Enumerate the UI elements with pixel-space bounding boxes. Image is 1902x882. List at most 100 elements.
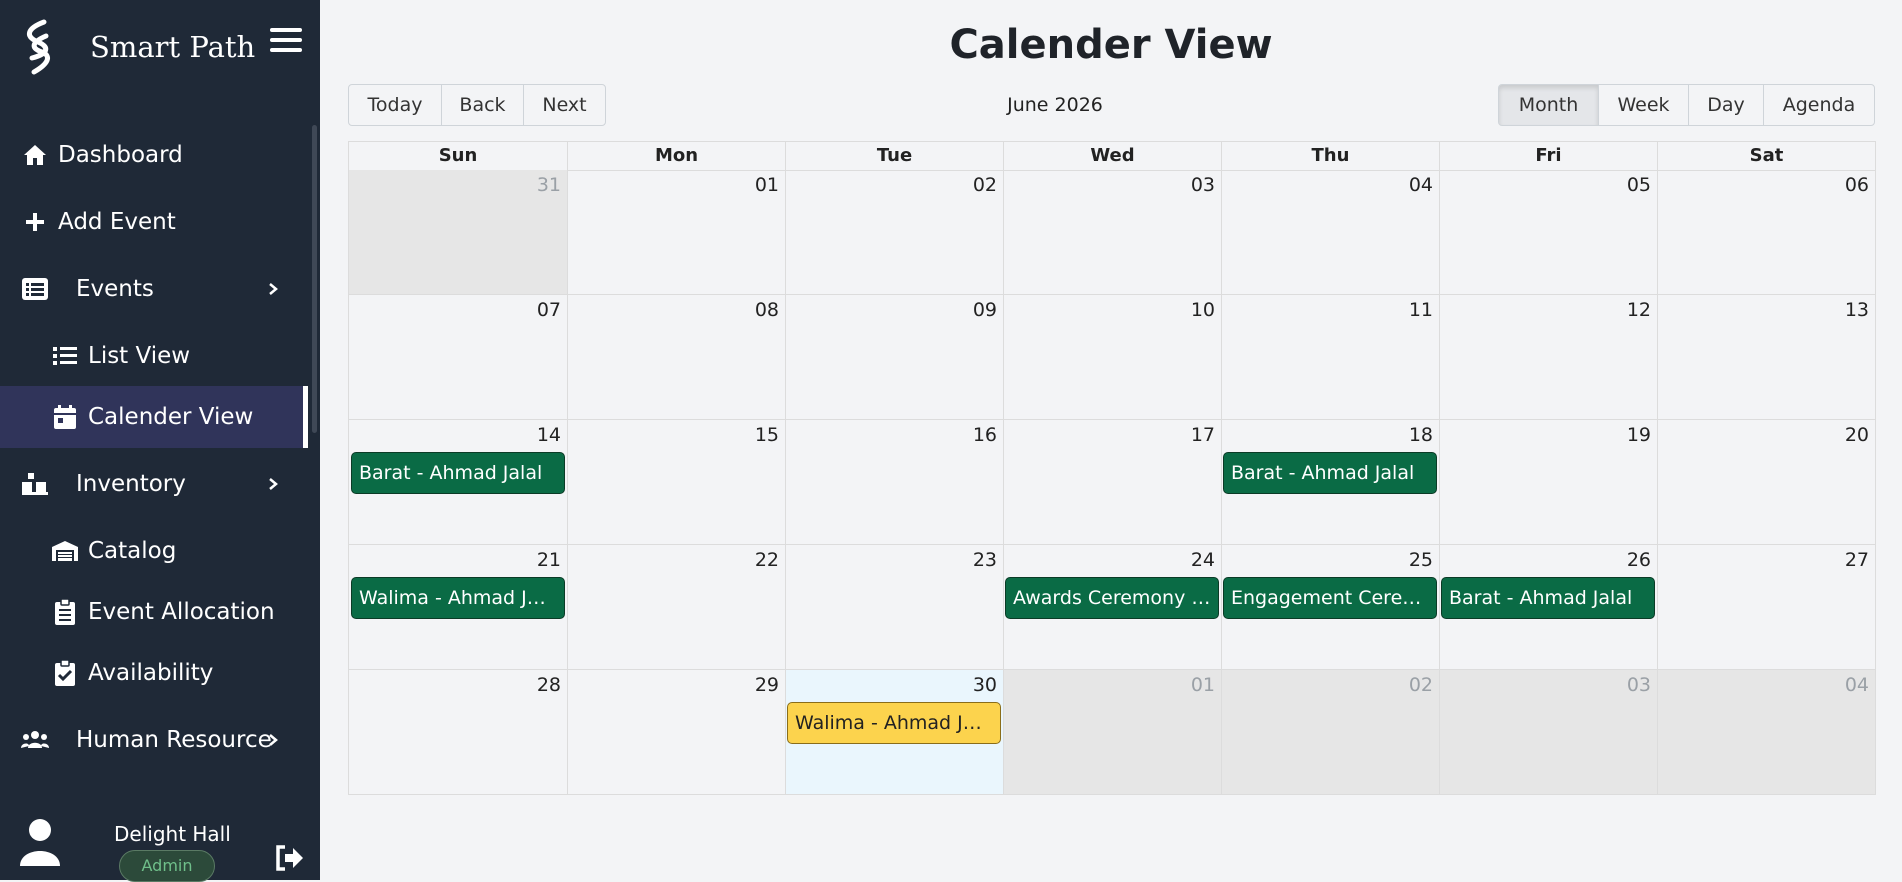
day-number[interactable]: 18	[1409, 424, 1433, 446]
day-cell[interactable]: 03	[1003, 170, 1221, 294]
sidebar-item-catalog[interactable]: Catalog	[0, 520, 308, 582]
week-view-button[interactable]: Week	[1598, 84, 1689, 126]
calendar-event[interactable]: Awards Ceremony - ...	[1005, 577, 1219, 619]
day-cell[interactable]: 27	[1657, 545, 1875, 669]
day-cell[interactable]: 10	[1003, 295, 1221, 419]
sidebar-item-dashboard[interactable]: Dashboard	[0, 124, 308, 186]
day-cell[interactable]: 22	[567, 545, 785, 669]
day-number[interactable]: 03	[1627, 674, 1651, 696]
day-number[interactable]: 13	[1845, 299, 1869, 321]
day-cell[interactable]: 01	[1003, 670, 1221, 794]
day-cell[interactable]: 02	[1221, 670, 1439, 794]
today-button[interactable]: Today	[348, 84, 442, 126]
back-button[interactable]: Back	[441, 84, 524, 126]
app-name: Smart Path	[90, 30, 256, 64]
day-number[interactable]: 29	[755, 674, 779, 696]
sidebar-item-add-event[interactable]: Add Event	[0, 191, 308, 253]
day-number[interactable]: 16	[973, 424, 997, 446]
day-cell[interactable]: 11	[1221, 295, 1439, 419]
sidebar-item-availability[interactable]: Availability	[0, 642, 308, 704]
day-number[interactable]: 26	[1627, 549, 1651, 571]
day-number[interactable]: 01	[755, 174, 779, 196]
day-number[interactable]: 01	[1191, 674, 1215, 696]
day-cell[interactable]: 03	[1439, 670, 1657, 794]
month-calendar: Sun Mon Tue Wed Thu Fri Sat 31 01 02 03 …	[348, 141, 1876, 795]
next-button[interactable]: Next	[523, 84, 606, 126]
clipboard-check-icon	[50, 658, 80, 688]
view-button-group: Month Week Day Agenda	[1498, 84, 1875, 128]
sidebar-scrollbar[interactable]	[312, 125, 317, 433]
day-cell[interactable]: 17	[1003, 420, 1221, 544]
month-view-button[interactable]: Month	[1498, 84, 1599, 126]
day-number[interactable]: 12	[1627, 299, 1651, 321]
day-number[interactable]: 02	[1409, 674, 1433, 696]
day-number[interactable]: 19	[1627, 424, 1651, 446]
nav-button-group: Today Back Next	[348, 84, 606, 128]
day-number[interactable]: 04	[1409, 174, 1433, 196]
calendar-event[interactable]: Barat - Ahmad Jalal	[351, 452, 565, 494]
day-cell[interactable]: 29	[567, 670, 785, 794]
sidebar-item-inventory[interactable]: Inventory	[0, 453, 308, 515]
day-cell[interactable]: 07	[349, 295, 567, 419]
day-number[interactable]: 24	[1191, 549, 1215, 571]
day-number[interactable]: 09	[973, 299, 997, 321]
day-cell[interactable]: 16	[785, 420, 1003, 544]
day-number[interactable]: 20	[1845, 424, 1869, 446]
day-number[interactable]: 31	[537, 174, 561, 196]
day-number[interactable]: 08	[755, 299, 779, 321]
day-number[interactable]: 23	[973, 549, 997, 571]
day-number[interactable]: 07	[537, 299, 561, 321]
sidebar-nav: Dashboard Add Event Events List View Cal…	[0, 120, 320, 750]
calendar-event[interactable]: Walima - Ahmad Jalal	[351, 577, 565, 619]
day-number[interactable]: 17	[1191, 424, 1215, 446]
day-cell[interactable]: 23	[785, 545, 1003, 669]
day-number[interactable]: 28	[537, 674, 561, 696]
day-cell[interactable]: 01	[567, 170, 785, 294]
day-number[interactable]: 02	[973, 174, 997, 196]
day-cell[interactable]: 08	[567, 295, 785, 419]
day-number[interactable]: 25	[1409, 549, 1433, 571]
day-cell[interactable]: 28	[349, 670, 567, 794]
day-view-button[interactable]: Day	[1688, 84, 1764, 126]
day-cell[interactable]: 31	[349, 170, 567, 294]
day-number[interactable]: 21	[537, 549, 561, 571]
calendar-event[interactable]: Walima - Ahmad Jalal	[787, 702, 1001, 744]
agenda-view-button[interactable]: Agenda	[1763, 84, 1875, 126]
sidebar-item-events[interactable]: Events	[0, 258, 308, 320]
sidebar-item-calender-view[interactable]: Calender View	[0, 386, 308, 448]
weekday-header: Thu	[1221, 142, 1439, 170]
day-number[interactable]: 04	[1845, 674, 1869, 696]
day-cell[interactable]: 02	[785, 170, 1003, 294]
day-number[interactable]: 10	[1191, 299, 1215, 321]
day-cell[interactable]: 15	[567, 420, 785, 544]
day-cell[interactable]: 04	[1221, 170, 1439, 294]
clipboard-list-icon	[50, 597, 80, 627]
day-number[interactable]: 22	[755, 549, 779, 571]
day-cell[interactable]: 13	[1657, 295, 1875, 419]
day-cell[interactable]: 05	[1439, 170, 1657, 294]
day-number[interactable]: 30	[973, 674, 997, 696]
day-cell[interactable]: 20	[1657, 420, 1875, 544]
day-number[interactable]: 15	[755, 424, 779, 446]
day-number[interactable]: 27	[1845, 549, 1869, 571]
weekday-header: Mon	[567, 142, 785, 170]
sidebar-item-human-resource[interactable]: Human Resource	[0, 709, 308, 750]
day-cell[interactable]: 09	[785, 295, 1003, 419]
day-number[interactable]: 03	[1191, 174, 1215, 196]
day-cell[interactable]: 04	[1657, 670, 1875, 794]
day-number[interactable]: 11	[1409, 299, 1433, 321]
day-number[interactable]: 06	[1845, 174, 1869, 196]
sidebar-item-list-view[interactable]: List View	[0, 325, 308, 387]
sidebar-item-event-allocation[interactable]: Event Allocation	[0, 581, 308, 643]
day-cell[interactable]: 12	[1439, 295, 1657, 419]
day-cell[interactable]: 06	[1657, 170, 1875, 294]
menu-toggle-icon[interactable]	[270, 26, 304, 56]
calendar-event[interactable]: Engagement Cerem...	[1223, 577, 1437, 619]
brand[interactable]: Smart Path	[18, 18, 308, 78]
day-number[interactable]: 05	[1627, 174, 1651, 196]
logout-icon[interactable]	[274, 844, 304, 872]
day-cell[interactable]: 19	[1439, 420, 1657, 544]
day-number[interactable]: 14	[537, 424, 561, 446]
calendar-event[interactable]: Barat - Ahmad Jalal	[1441, 577, 1655, 619]
calendar-event[interactable]: Barat - Ahmad Jalal	[1223, 452, 1437, 494]
